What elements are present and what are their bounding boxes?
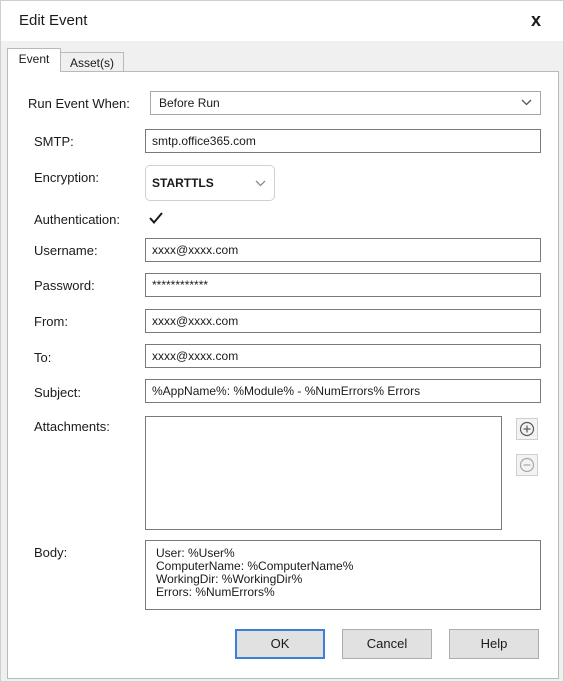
help-button[interactable]: Help bbox=[449, 629, 539, 659]
password-input[interactable]: ************ bbox=[145, 273, 541, 297]
attachments-list[interactable] bbox=[145, 416, 502, 530]
add-attachment-button[interactable] bbox=[516, 418, 538, 440]
to-label: To: bbox=[34, 350, 52, 365]
tab-assets[interactable]: Asset(s) bbox=[60, 52, 124, 72]
cancel-button[interactable]: Cancel bbox=[342, 629, 432, 659]
subject-label: Subject: bbox=[34, 385, 81, 400]
encryption-select[interactable]: STARTTLS bbox=[145, 165, 275, 201]
chevron-down-icon bbox=[521, 92, 532, 106]
minus-circle-icon bbox=[519, 457, 535, 473]
smtp-input[interactable]: smtp.office365.com bbox=[145, 129, 541, 153]
body-label: Body: bbox=[34, 545, 68, 560]
username-input[interactable]: xxxx@xxxx.com bbox=[145, 238, 541, 262]
subject-input[interactable]: %AppName%: %Module% - %NumErrors% Errors bbox=[145, 379, 541, 403]
checkmark-icon bbox=[149, 212, 163, 225]
from-input[interactable]: xxxx@xxxx.com bbox=[145, 309, 541, 333]
to-input[interactable]: xxxx@xxxx.com bbox=[145, 344, 541, 368]
close-button[interactable]: x bbox=[523, 7, 549, 33]
authentication-checkbox[interactable] bbox=[147, 209, 165, 227]
body-line: Errors: %NumErrors% bbox=[156, 585, 275, 599]
run-event-when-select[interactable]: Before Run bbox=[150, 91, 541, 115]
username-label: Username: bbox=[34, 243, 98, 258]
body-textarea[interactable]: User: %User% ComputerName: %ComputerName… bbox=[145, 540, 541, 610]
authentication-label: Authentication: bbox=[34, 212, 121, 227]
encryption-label: Encryption: bbox=[34, 170, 100, 185]
run-event-when-label: Run Event When: bbox=[28, 96, 130, 111]
dialog-title: Edit Event bbox=[19, 12, 88, 29]
ok-button[interactable]: OK bbox=[235, 629, 325, 659]
title-bar: Edit Event x bbox=[1, 1, 563, 41]
chevron-down-icon bbox=[255, 173, 266, 187]
smtp-label: SMTP: bbox=[34, 134, 74, 149]
run-event-when-value: Before Run bbox=[159, 96, 220, 110]
attachments-label: Attachments: bbox=[34, 419, 110, 434]
plus-circle-icon bbox=[519, 421, 535, 437]
edit-event-dialog: Edit Event x Event Asset(s) Run Event Wh… bbox=[0, 0, 564, 682]
remove-attachment-button[interactable] bbox=[516, 454, 538, 476]
tab-event[interactable]: Event bbox=[7, 48, 61, 72]
password-label: Password: bbox=[34, 278, 95, 293]
encryption-value: STARTTLS bbox=[152, 176, 214, 190]
from-label: From: bbox=[34, 314, 68, 329]
